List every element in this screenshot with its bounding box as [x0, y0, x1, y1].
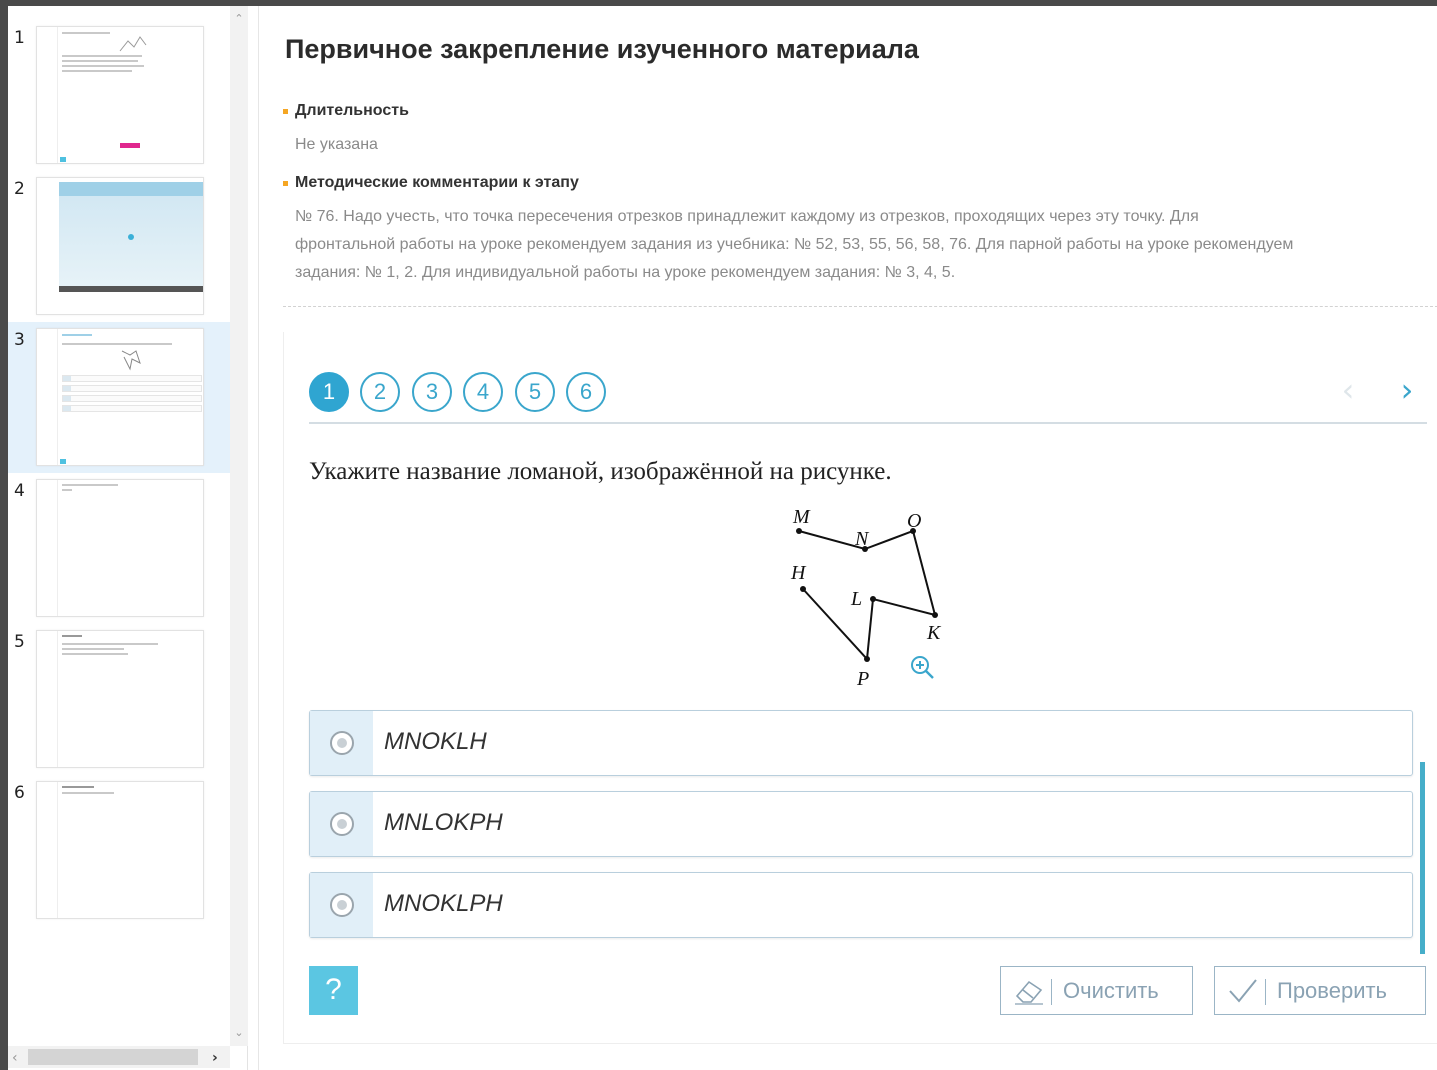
thumbnail-preview — [57, 329, 203, 465]
thumbnail-number: 4 — [14, 481, 25, 501]
comments-line: № 76. Надо учесть, что точка пересечения… — [295, 208, 1199, 225]
chevron-right-icon[interactable]: › — [1392, 372, 1422, 412]
help-button[interactable]: ? — [309, 966, 358, 1015]
duration-value: Не указана — [295, 136, 378, 153]
answer-label: MNOKLPH — [384, 890, 503, 917]
sidebar-horizontal-scrollbar[interactable]: ‹ › — [8, 1046, 230, 1068]
thumbnail-card[interactable] — [36, 630, 204, 768]
clear-button[interactable]: Очистить — [1000, 966, 1193, 1015]
button-separator — [1051, 979, 1052, 1005]
step-2[interactable]: 2 — [360, 372, 400, 412]
step-4[interactable]: 4 — [463, 372, 503, 412]
step-3[interactable]: 3 — [412, 372, 452, 412]
thumbnail-preview — [57, 782, 203, 918]
thumbnail-number: 3 — [14, 330, 25, 350]
chevron-right-icon[interactable]: › — [212, 1050, 218, 1066]
check-button[interactable]: Проверить — [1214, 966, 1426, 1015]
point-label-o: O — [907, 510, 921, 532]
thumbnail-5[interactable]: 5 — [8, 624, 230, 775]
clear-label: Очистить — [1063, 978, 1159, 1003]
answer-option-1[interactable]: MNOKLH — [309, 710, 1413, 776]
thumbnail-2[interactable]: 2 — [8, 171, 230, 322]
answer-radio-zone — [310, 792, 373, 856]
page-title: Первичное закрепление изученного материа… — [285, 34, 919, 64]
thumbnail-6[interactable]: 6 — [8, 775, 230, 926]
thumbnail-number: 6 — [14, 783, 25, 803]
check-icon — [1229, 979, 1257, 1003]
slide-sidebar: 1 2 3 4 5 6 ⌃ ⌄ ‹ › — [8, 6, 248, 1070]
thumbnail-preview — [59, 182, 203, 292]
thumbnail-1[interactable]: 1 — [8, 20, 230, 171]
thumbnail-3[interactable]: 3 — [8, 322, 230, 473]
answer-label: MNLOKPH — [384, 809, 503, 836]
thumbnail-card[interactable] — [36, 26, 204, 164]
thumbnail-number: 1 — [14, 28, 25, 48]
point-label-p: P — [856, 668, 869, 690]
thumbnail-card[interactable] — [36, 177, 204, 315]
chevron-left-icon[interactable]: ‹ — [12, 1050, 18, 1066]
point-label-k: K — [926, 622, 942, 644]
step-1[interactable]: 1 — [309, 372, 349, 412]
chevron-left-icon[interactable]: ‹ — [1333, 372, 1363, 412]
check-label: Проверить — [1277, 978, 1388, 1003]
radio-button[interactable] — [330, 812, 354, 836]
thumbnail-number: 2 — [14, 179, 25, 199]
answer-option-3[interactable]: MNOKLPH — [309, 872, 1413, 938]
thumbnail-preview — [57, 27, 203, 163]
radio-button[interactable] — [330, 893, 354, 917]
main-content: Первичное закрепление изученного материа… — [258, 6, 1437, 1070]
sidebar-vertical-scrollbar[interactable]: ⌃ ⌄ — [230, 6, 248, 1046]
point-label-n: N — [854, 528, 870, 550]
thumbnail-preview — [57, 631, 203, 767]
thumbnail-number: 5 — [14, 632, 25, 652]
answer-option-2[interactable]: MNLOKPH — [309, 791, 1413, 857]
comments-line: фронтальной работы на уроке рекомендуем … — [295, 236, 1294, 253]
chevron-down-icon[interactable]: ⌄ — [234, 1027, 244, 1038]
chevron-up-icon[interactable]: ⌃ — [234, 13, 244, 24]
point-label-h: H — [790, 562, 807, 584]
thumbnail-preview — [57, 480, 203, 616]
comments-line: задания: № 1, 2. Для индивидуальной рабо… — [295, 264, 956, 281]
point-label-m: M — [792, 506, 811, 528]
thumbnail-4[interactable]: 4 — [8, 473, 230, 624]
duration-heading: Длительность — [283, 102, 409, 119]
radio-button[interactable] — [330, 731, 354, 755]
question-text: Укажите название ломаной, изображённой н… — [309, 458, 892, 485]
eraser-icon — [1015, 980, 1043, 1005]
scrollbar-thumb[interactable] — [28, 1049, 198, 1065]
answer-radio-zone — [310, 711, 373, 775]
thumbnail-card[interactable] — [36, 328, 204, 466]
steps-underline — [309, 422, 1427, 424]
thumbnail-list: 1 2 3 4 5 6 — [8, 20, 230, 926]
answers-scroll-indicator — [1420, 762, 1425, 954]
step-6[interactable]: 6 — [566, 372, 606, 412]
step-5[interactable]: 5 — [515, 372, 555, 412]
point-label-l: L — [850, 588, 862, 610]
answer-label: MNOKLH — [384, 728, 487, 755]
thumbnail-card[interactable] — [36, 781, 204, 919]
zoom-in-icon[interactable] — [909, 654, 935, 680]
button-separator — [1265, 979, 1266, 1005]
section-divider — [283, 306, 1437, 307]
answer-radio-zone — [310, 873, 373, 937]
comments-heading: Методические комментарии к этапу — [283, 174, 579, 191]
thumbnail-card[interactable] — [36, 479, 204, 617]
comments-text: № 76. Надо учесть, что точка пересечения… — [295, 203, 1293, 287]
